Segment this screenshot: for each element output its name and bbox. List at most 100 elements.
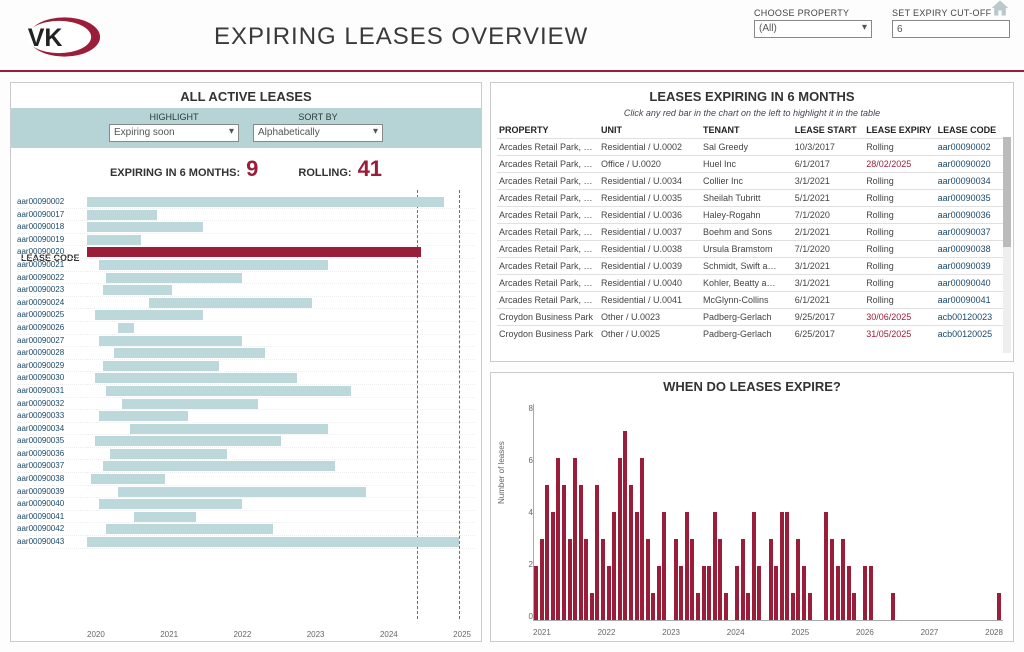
histogram-bar[interactable] bbox=[595, 485, 599, 620]
gantt-bar[interactable] bbox=[110, 449, 226, 459]
lease-code-label[interactable]: aar00090028 bbox=[17, 347, 87, 360]
gantt-chart[interactable]: aar00090002aar00090017aar00090018aar0009… bbox=[11, 190, 481, 641]
choose-property-select[interactable]: (All) bbox=[754, 20, 872, 38]
gantt-row[interactable] bbox=[87, 435, 475, 448]
gantt-row[interactable] bbox=[87, 486, 475, 499]
histogram-bar[interactable] bbox=[651, 593, 655, 620]
histogram[interactable]: Number of leases 86420 20212022202320242… bbox=[491, 398, 1013, 641]
lease-code-label[interactable]: aar00090030 bbox=[17, 372, 87, 385]
gantt-bar[interactable] bbox=[103, 461, 336, 471]
histogram-bar[interactable] bbox=[735, 566, 739, 620]
gantt-row[interactable] bbox=[87, 360, 475, 373]
histogram-bar[interactable] bbox=[601, 539, 605, 620]
lease-code-label[interactable]: aar00090002 bbox=[17, 196, 87, 209]
histogram-bar[interactable] bbox=[640, 458, 644, 620]
histogram-bar[interactable] bbox=[573, 458, 577, 620]
gantt-bar[interactable] bbox=[99, 411, 188, 421]
table-header[interactable]: TENANT bbox=[701, 122, 793, 139]
histogram-bar[interactable] bbox=[534, 566, 538, 620]
table-row[interactable]: Arcades Retail Park, B…Residential / U.0… bbox=[497, 241, 1007, 258]
table-row[interactable]: Arcades Retail Park, B…Residential / U.0… bbox=[497, 224, 1007, 241]
table-row[interactable]: Arcades Retail Park, B…Office / U.0020Hu… bbox=[497, 156, 1007, 173]
expiring-leases-table[interactable]: PROPERTYUNITTENANTLEASE STARTLEASE EXPIR… bbox=[491, 122, 1013, 361]
gantt-row[interactable] bbox=[87, 372, 475, 385]
histogram-bar[interactable] bbox=[696, 593, 700, 620]
gantt-row[interactable] bbox=[87, 473, 475, 486]
gantt-row[interactable] bbox=[87, 448, 475, 461]
gantt-row[interactable] bbox=[87, 196, 475, 209]
table-row[interactable]: Croydon Business ParkOther / U.0023Padbe… bbox=[497, 309, 1007, 326]
table-header[interactable]: PROPERTY bbox=[497, 122, 599, 139]
gantt-bar[interactable] bbox=[118, 487, 366, 497]
histogram-bar[interactable] bbox=[718, 539, 722, 620]
lease-code-label[interactable]: aar00090017 bbox=[17, 209, 87, 222]
histogram-bar[interactable] bbox=[746, 593, 750, 620]
histogram-bar[interactable] bbox=[702, 566, 706, 620]
expiry-cutoff-input[interactable] bbox=[892, 20, 1010, 38]
lease-code-label[interactable]: aar00090020 bbox=[17, 246, 87, 259]
table-row[interactable]: Arcades Retail Park, B…Residential / U.0… bbox=[497, 190, 1007, 207]
gantt-bar[interactable] bbox=[87, 537, 459, 547]
lease-code-label[interactable]: aar00090037 bbox=[17, 460, 87, 473]
table-scrollbar-thumb[interactable] bbox=[1003, 137, 1011, 247]
gantt-bar[interactable] bbox=[118, 323, 134, 333]
gantt-row[interactable] bbox=[87, 523, 475, 536]
histogram-bar[interactable] bbox=[780, 512, 784, 620]
lease-code-label[interactable]: aar00090026 bbox=[17, 322, 87, 335]
gantt-bar[interactable] bbox=[149, 298, 312, 308]
lease-code-label[interactable]: aar00090025 bbox=[17, 309, 87, 322]
lease-code-label[interactable]: aar00090031 bbox=[17, 385, 87, 398]
gantt-row[interactable] bbox=[87, 322, 475, 335]
histogram-bar[interactable] bbox=[791, 593, 795, 620]
gantt-row[interactable] bbox=[87, 284, 475, 297]
histogram-bar[interactable] bbox=[584, 539, 588, 620]
gantt-bar[interactable] bbox=[122, 399, 258, 409]
histogram-bar[interactable] bbox=[997, 593, 1001, 620]
gantt-bar[interactable] bbox=[95, 373, 297, 383]
gantt-bar[interactable] bbox=[87, 210, 157, 220]
gantt-bar[interactable] bbox=[99, 260, 328, 270]
histogram-bar[interactable] bbox=[796, 539, 800, 620]
table-row[interactable]: Arcades Retail Park, B…Residential / U.0… bbox=[497, 173, 1007, 190]
lease-code-label[interactable]: aar00090024 bbox=[17, 297, 87, 310]
lease-code-label[interactable]: aar00090039 bbox=[17, 486, 87, 499]
histogram-bar[interactable] bbox=[752, 512, 756, 620]
lease-code-label[interactable]: aar00090042 bbox=[17, 523, 87, 536]
table-row[interactable]: Arcades Retail Park, B…Residential / U.0… bbox=[497, 275, 1007, 292]
histogram-bar[interactable] bbox=[847, 566, 851, 620]
gantt-row[interactable] bbox=[87, 511, 475, 524]
histogram-bar[interactable] bbox=[824, 512, 828, 620]
lease-code-label[interactable]: aar00090035 bbox=[17, 435, 87, 448]
histogram-bar[interactable] bbox=[685, 512, 689, 620]
histogram-bar[interactable] bbox=[579, 485, 583, 620]
gantt-bar[interactable] bbox=[95, 310, 204, 320]
lease-code-label[interactable]: aar00090029 bbox=[17, 360, 87, 373]
gantt-row[interactable] bbox=[87, 347, 475, 360]
histogram-bar[interactable] bbox=[785, 512, 789, 620]
gantt-bar[interactable] bbox=[95, 436, 281, 446]
gantt-row[interactable] bbox=[87, 536, 475, 549]
histogram-bar[interactable] bbox=[679, 566, 683, 620]
lease-code-label[interactable]: aar00090038 bbox=[17, 473, 87, 486]
histogram-bar[interactable] bbox=[590, 593, 594, 620]
gantt-bar[interactable] bbox=[106, 524, 273, 534]
gantt-row[interactable] bbox=[87, 498, 475, 511]
gantt-bar[interactable] bbox=[87, 197, 444, 207]
gantt-bar[interactable] bbox=[134, 512, 196, 522]
histogram-bar[interactable] bbox=[629, 485, 633, 620]
histogram-bar[interactable] bbox=[836, 566, 840, 620]
table-header[interactable]: LEASE START bbox=[793, 122, 864, 139]
gantt-bar[interactable] bbox=[87, 222, 203, 232]
histogram-bar[interactable] bbox=[646, 539, 650, 620]
gantt-bar[interactable] bbox=[87, 247, 421, 257]
lease-code-label[interactable]: aar00090036 bbox=[17, 448, 87, 461]
histogram-bar[interactable] bbox=[891, 593, 895, 620]
gantt-row[interactable] bbox=[87, 297, 475, 310]
gantt-row[interactable] bbox=[87, 423, 475, 436]
gantt-row[interactable] bbox=[87, 309, 475, 322]
histogram-bar[interactable] bbox=[540, 539, 544, 620]
gantt-row[interactable] bbox=[87, 398, 475, 411]
histogram-bar[interactable] bbox=[662, 512, 666, 620]
histogram-bar[interactable] bbox=[612, 512, 616, 620]
histogram-bar[interactable] bbox=[618, 458, 622, 620]
